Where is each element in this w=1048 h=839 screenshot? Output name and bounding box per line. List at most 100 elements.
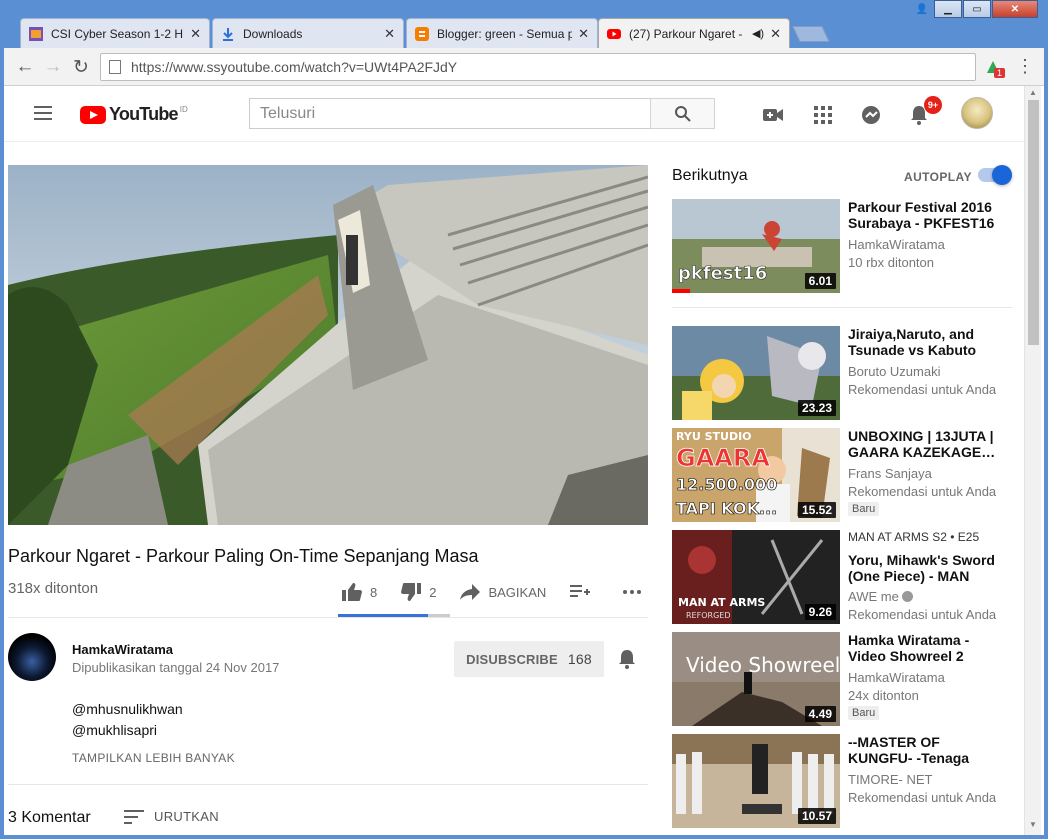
video-thumbnail[interactable]: 23.23 xyxy=(672,326,840,420)
channel-bell-icon[interactable] xyxy=(618,649,636,674)
new-badge: Baru xyxy=(848,706,880,720)
close-tab-icon[interactable]: ✕ xyxy=(190,26,201,42)
rec-channel[interactable]: AWE me xyxy=(848,589,913,604)
address-bar[interactable]: https://www.ssyoutube.com/watch?v=UWt4PA… xyxy=(100,53,976,81)
toggle-knob xyxy=(992,165,1012,185)
rec-channel[interactable]: Frans Sanjaya xyxy=(848,466,932,481)
tab-blogger[interactable]: Blogger: green - Semua p ✕ xyxy=(406,18,598,48)
recommended-video[interactable]: RYU STUDIO GAARA 12.500.000 TAPI KOK... … xyxy=(672,428,1024,524)
description-line: @mhusnulikhwan xyxy=(72,701,183,717)
tab-title: Downloads xyxy=(243,26,303,41)
video-thumbnail[interactable]: 10.57 xyxy=(672,734,840,828)
recommended-video[interactable]: Video Showreel - 2 4.49 Hamka Wiratama -… xyxy=(672,632,1024,728)
divider xyxy=(672,307,1012,308)
rec-channel[interactable]: HamkaWiratama xyxy=(848,237,945,252)
yt-header: YouTube ID Telusuri 9+ xyxy=(4,86,1024,142)
menu-hamburger-icon[interactable] xyxy=(34,106,52,124)
close-tab-icon[interactable]: ✕ xyxy=(770,26,781,42)
scrollbar-thumb[interactable] xyxy=(1028,100,1039,345)
reload-icon[interactable]: ↻ xyxy=(70,56,92,78)
video-description: @mhusnulikhwan @mukhlisapri xyxy=(72,699,183,741)
thumbs-down-icon xyxy=(401,583,422,601)
recommended-video[interactable]: 10.57 --MASTER OF KUNGFU- -Tenaga Dalam … xyxy=(672,734,1024,830)
close-tab-icon[interactable]: ✕ xyxy=(384,26,395,42)
page-scrollbar[interactable]: ▲ ▼ xyxy=(1024,86,1041,835)
account-avatar[interactable] xyxy=(961,97,993,129)
rec-video-title[interactable]: Yoru, Mihawk's Sword (One Piece) - MAN A… xyxy=(848,552,1004,584)
more-actions-button[interactable] xyxy=(622,589,650,595)
back-icon[interactable]: ← xyxy=(14,56,36,78)
tab-csi-cyber[interactable]: CSI Cyber Season 1-2 HD ✕ xyxy=(20,18,210,48)
minimize-button[interactable]: ▁ xyxy=(934,0,962,18)
maximize-button[interactable]: ▭ xyxy=(963,0,991,18)
search-input[interactable]: Telusuri xyxy=(249,98,651,129)
rec-channel[interactable]: Boruto Uzumaki xyxy=(848,364,940,379)
scroll-down-icon[interactable]: ▼ xyxy=(1029,820,1037,829)
thumbnail-text: GAARA xyxy=(676,444,770,472)
rec-channel[interactable]: HamkaWiratama xyxy=(848,670,945,685)
recommended-video[interactable]: pkfest16 6.01 Parkour Festival 2016 Sura… xyxy=(672,199,1024,295)
search-icon xyxy=(674,105,691,122)
recommended-video[interactable]: MAN AT ARMS REFORGED 9.26 MAN AT ARMS S2… xyxy=(672,530,1024,626)
new-tab-button[interactable] xyxy=(792,26,830,42)
user-icon[interactable]: 👤 xyxy=(911,0,933,18)
subscribe-label: DISUBSCRIBE xyxy=(466,651,558,667)
menu-icon[interactable]: ⋮ xyxy=(1016,56,1034,77)
upload-video-icon[interactable] xyxy=(762,104,784,126)
subscribe-button[interactable]: DISUBSCRIBE 168 xyxy=(454,641,604,677)
show-more-button[interactable]: TAMPILKAN LEBIH BANYAK xyxy=(72,751,235,765)
autoplay-label: AUTOPLAY xyxy=(904,170,972,184)
scroll-up-icon[interactable]: ▲ xyxy=(1029,88,1037,97)
rec-video-title[interactable]: Jiraiya,Naruto, and Tsunade vs Kabuto an… xyxy=(848,326,1004,358)
share-button[interactable]: BAGIKAN xyxy=(460,584,546,600)
browser-toolbar: ← → ↻ https://www.ssyoutube.com/watch?v=… xyxy=(4,48,1044,86)
dislike-button[interactable]: 2 xyxy=(401,583,436,601)
video-thumbnail[interactable]: Video Showreel - 2 4.49 xyxy=(672,632,840,726)
video-frame-image xyxy=(8,165,648,525)
recommended-video[interactable]: 23.23 Jiraiya,Naruto, and Tsunade vs Kab… xyxy=(672,326,1024,422)
close-window-button[interactable]: ✕ xyxy=(992,0,1038,18)
apps-grid-icon[interactable] xyxy=(812,104,834,126)
thumbnail-text: MAN AT ARMS xyxy=(678,596,765,609)
channel-name[interactable]: HamkaWiratama xyxy=(72,642,173,657)
rec-channel[interactable]: TIMORE- NET xyxy=(848,772,933,787)
rec-meta: Rekomendasi untuk Anda xyxy=(848,607,997,622)
messages-icon[interactable] xyxy=(860,104,882,126)
rec-meta: 24x ditonton xyxy=(848,688,919,703)
thumbnail-text: Video Showreel - 2 xyxy=(686,653,840,677)
close-tab-icon[interactable]: ✕ xyxy=(578,26,589,42)
video-thumbnail[interactable]: RYU STUDIO GAARA 12.500.000 TAPI KOK... … xyxy=(672,428,840,522)
rec-meta: Rekomendasi untuk Anda xyxy=(848,790,997,805)
autoplay-toggle[interactable] xyxy=(978,165,1012,185)
video-actions: 8 2 BAGIKAN xyxy=(342,583,674,601)
rec-video-title[interactable]: Hamka Wiratama - Video Showreel 2 xyxy=(848,632,1004,664)
speaker-icon[interactable]: ◀︎) xyxy=(752,27,764,40)
logo-text: YouTube xyxy=(109,104,179,124)
video-thumbnail[interactable]: MAN AT ARMS REFORGED 9.26 xyxy=(672,530,840,624)
notification-count-badge: 9+ xyxy=(924,96,942,114)
tab-youtube-active[interactable]: (27) Parkour Ngaret - ◀︎) ✕ xyxy=(598,18,790,48)
add-to-playlist-button[interactable] xyxy=(570,584,598,600)
verified-icon xyxy=(901,591,913,602)
video-title: Parkour Ngaret - Parkour Paling On-Time … xyxy=(8,546,479,566)
extension-badge: 1 xyxy=(994,68,1006,78)
divider xyxy=(8,784,648,785)
search-button[interactable] xyxy=(650,98,715,129)
video-player[interactable] xyxy=(8,165,648,525)
rec-video-title[interactable]: --MASTER OF KUNGFU- -Tenaga Dalam Kungf… xyxy=(848,734,1004,766)
dislike-count: 2 xyxy=(429,584,437,600)
series-label: MAN AT ARMS S2 • E25 xyxy=(848,530,980,544)
publish-date: Dipublikasikan tanggal 24 Nov 2017 xyxy=(72,660,280,675)
tab-title: Blogger: green - Semua p xyxy=(437,26,573,41)
sort-comments-button[interactable]: URUTKAN xyxy=(124,809,219,824)
tab-downloads[interactable]: Downloads ✕ xyxy=(212,18,404,48)
rec-video-title[interactable]: Parkour Festival 2016 Surabaya - PKFEST1… xyxy=(848,199,1004,231)
rec-video-title[interactable]: UNBOXING | 13JUTA | GAARA KAZEKAGE… xyxy=(848,428,1004,460)
video-thumbnail[interactable]: pkfest16 6.01 xyxy=(672,199,840,293)
youtube-logo[interactable]: YouTube ID xyxy=(80,104,188,125)
divider xyxy=(8,617,648,618)
comment-count: 3 Komentar xyxy=(8,809,91,826)
forward-icon[interactable]: → xyxy=(42,56,64,78)
like-button[interactable]: 8 xyxy=(342,583,377,601)
channel-avatar[interactable] xyxy=(8,633,56,681)
